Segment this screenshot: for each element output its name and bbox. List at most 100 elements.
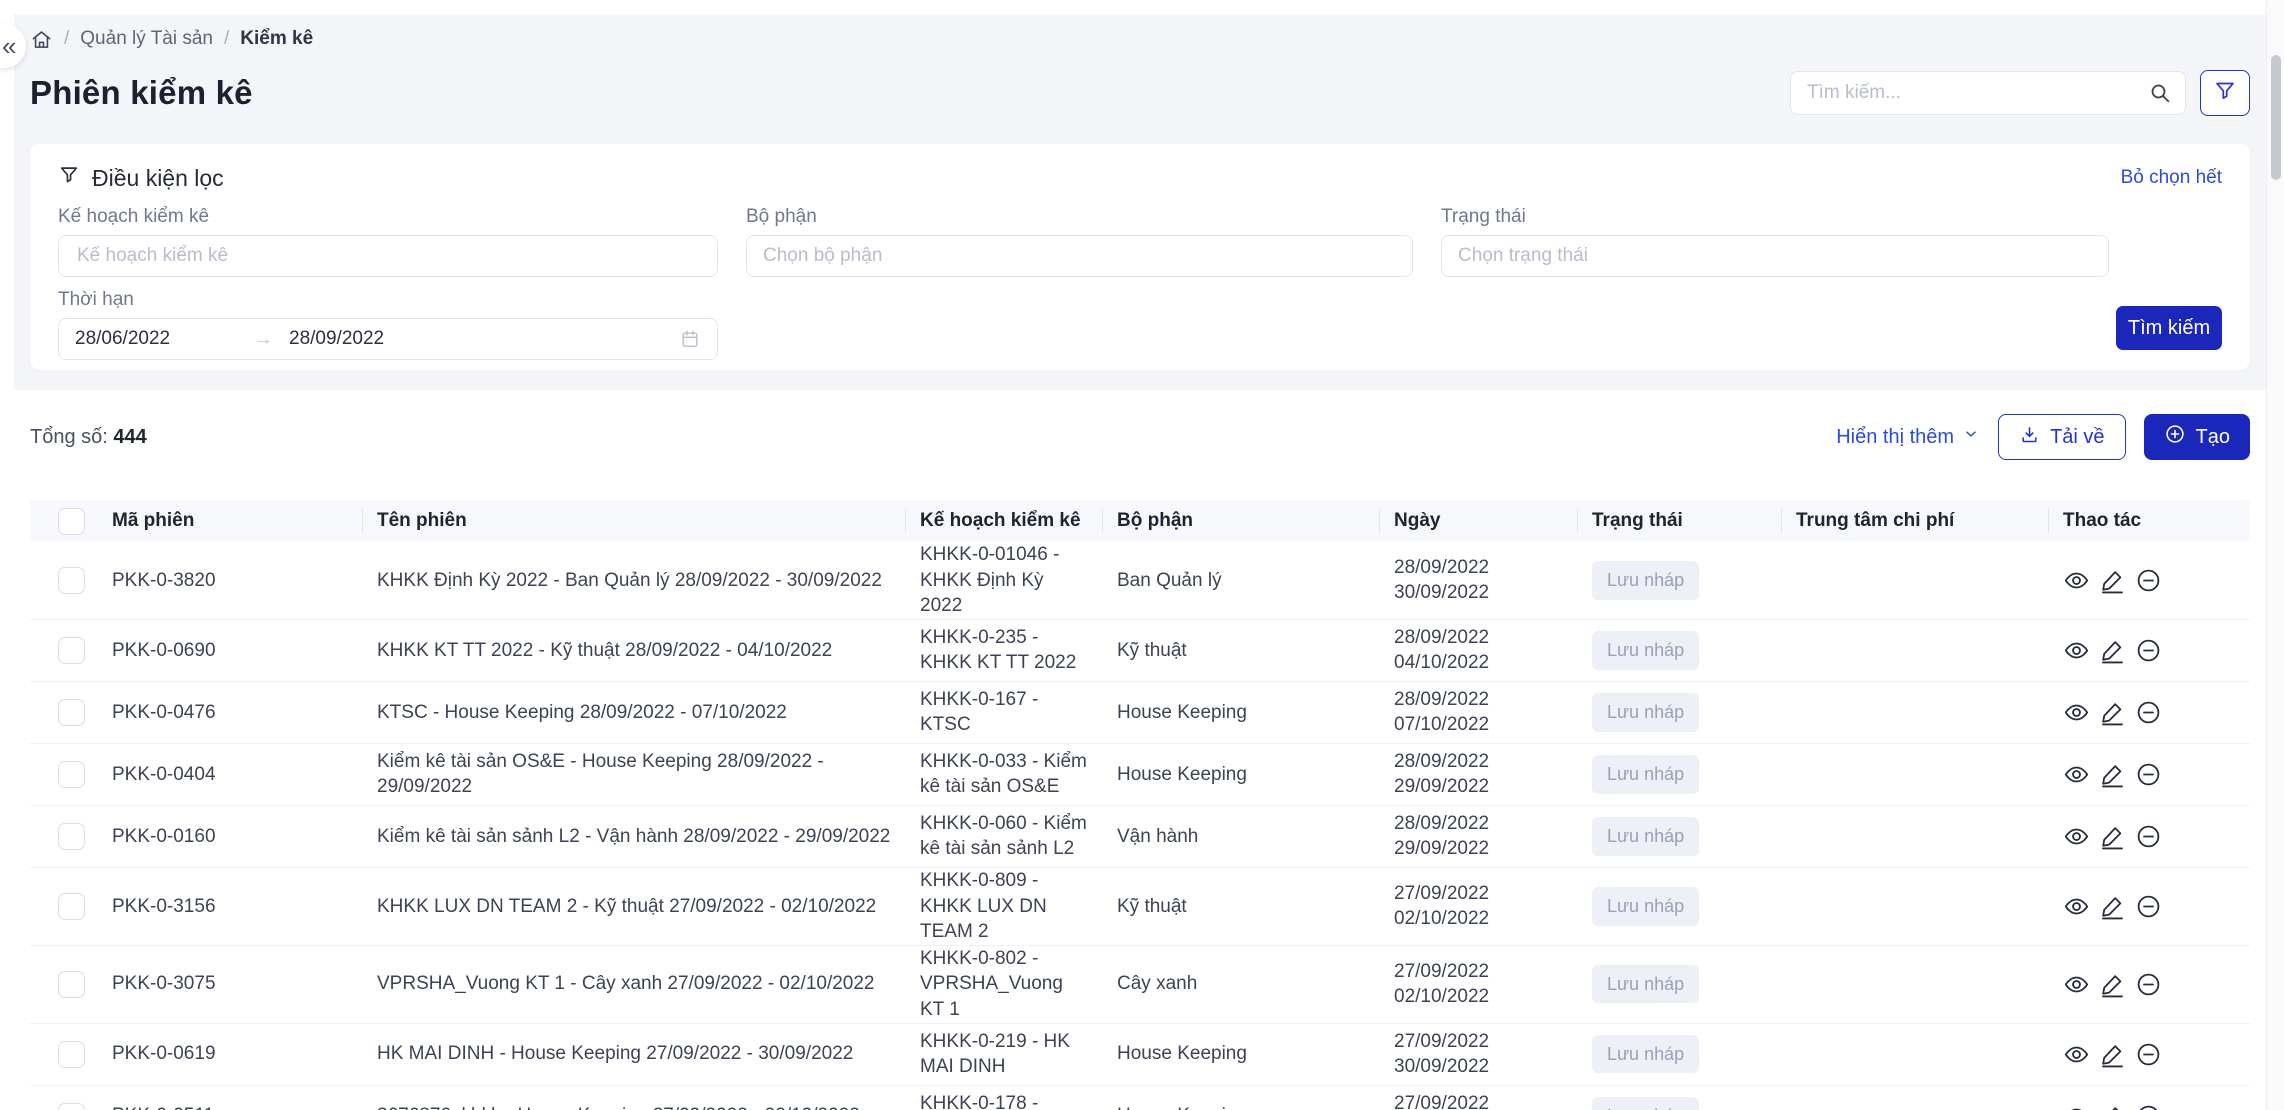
row-checkbox[interactable] <box>58 566 85 594</box>
view-icon[interactable] <box>2063 1041 2090 1068</box>
filter-toggle-button[interactable] <box>2200 70 2250 116</box>
remove-icon[interactable] <box>2135 761 2162 788</box>
cell-session-name: 3676876_khkk - House Keeping 27/09/2022 … <box>377 1103 920 1110</box>
edit-icon[interactable] <box>2099 823 2126 850</box>
cell-session-name: Kiểm kê tài sản OS&E - House Keeping 28/… <box>377 750 824 798</box>
col-session-name: Tên phiên <box>362 500 920 542</box>
status-select[interactable]: Chọn trạng thái <box>1441 235 2109 277</box>
status-badge: Lưu nháp <box>1592 1097 1700 1110</box>
row-checkbox[interactable] <box>58 1040 85 1068</box>
view-icon[interactable] <box>2063 971 2090 998</box>
search-icon[interactable] <box>2148 81 2172 110</box>
vertical-scrollbar[interactable] <box>2266 0 2284 1110</box>
download-button[interactable]: Tải về <box>1998 414 2126 460</box>
view-icon[interactable] <box>2063 761 2090 788</box>
cell-department: Kỹ thuật <box>1117 895 1187 917</box>
cell-status: Lưu nháp <box>1592 887 1796 926</box>
cell-department: Cây xanh <box>1117 973 1198 995</box>
cell-session-name: Kiểm kê tài sản sảnh L2 - Vận hành 28/09… <box>377 825 891 847</box>
table-row: PKK-0-0476 KTSC - House Keeping 28/09/20… <box>30 682 2250 744</box>
date-range-picker[interactable]: 28/06/2022 → 28/09/2022 <box>58 318 718 360</box>
remove-icon[interactable] <box>2135 637 2162 664</box>
col-date: Ngày <box>1379 500 1592 542</box>
date-from-value[interactable]: 28/06/2022 <box>75 328 253 350</box>
department-select[interactable]: Chọn bộ phận <box>746 235 1413 277</box>
cell-status: Lưu nháp <box>1592 631 1796 670</box>
cell-date: 28/09/2022 30/09/2022 <box>1394 556 1490 604</box>
row-checkbox[interactable] <box>58 1102 85 1110</box>
remove-icon[interactable] <box>2135 699 2162 726</box>
col-actions: Thao tác <box>2048 500 2250 542</box>
clear-all-link[interactable]: Bỏ chọn hết <box>2121 167 2222 189</box>
filter-search-button[interactable]: Tìm kiếm <box>2116 306 2222 350</box>
cell-actions <box>2063 567 2250 594</box>
status-badge: Lưu nháp <box>1592 693 1700 732</box>
funnel-icon <box>58 164 80 192</box>
cell-session-code: PKK-0-3156 <box>112 895 216 917</box>
cell-department: Ban Quản lý <box>1117 569 1222 591</box>
cell-status: Lưu nháp <box>1592 817 1796 856</box>
col-cost-center: Trung tâm chi phí <box>1781 500 2063 542</box>
remove-icon[interactable] <box>2135 823 2162 850</box>
remove-icon[interactable] <box>2135 893 2162 920</box>
row-checkbox[interactable] <box>58 760 85 788</box>
select-all-checkbox[interactable] <box>58 507 85 535</box>
edit-icon[interactable] <box>2099 1103 2126 1110</box>
cell-actions <box>2063 1041 2250 1068</box>
cell-date: 28/09/2022 29/09/2022 <box>1394 812 1490 860</box>
show-more-link[interactable]: Hiển thị thêm <box>1836 425 1980 449</box>
calendar-icon <box>679 328 701 350</box>
funnel-icon <box>2213 79 2237 108</box>
remove-icon[interactable] <box>2135 1041 2162 1068</box>
home-icon[interactable] <box>30 28 53 51</box>
chevron-down-icon <box>1962 425 1980 449</box>
view-icon[interactable] <box>2063 699 2090 726</box>
col-plan: Kế hoạch kiểm kê <box>905 500 1117 542</box>
col-session-code: Mã phiên <box>112 510 195 532</box>
status-label: Trạng thái <box>1441 206 1526 227</box>
search-input[interactable] <box>1790 71 2186 115</box>
view-icon[interactable] <box>2063 893 2090 920</box>
remove-icon[interactable] <box>2135 567 2162 594</box>
row-checkbox[interactable] <box>58 698 85 726</box>
remove-icon[interactable] <box>2135 971 2162 998</box>
view-icon[interactable] <box>2063 567 2090 594</box>
view-icon[interactable] <box>2063 1103 2090 1110</box>
cell-session-code: PKK-0-3075 <box>112 973 216 995</box>
view-icon[interactable] <box>2063 637 2090 664</box>
breadcrumb-item-asset-management[interactable]: Quản lý Tài sản <box>80 28 213 50</box>
cell-session-name: KHKK Định Kỳ 2022 - Ban Quản lý 28/09/20… <box>377 569 882 591</box>
row-checkbox[interactable] <box>58 636 85 664</box>
edit-icon[interactable] <box>2099 637 2126 664</box>
row-checkbox[interactable] <box>58 822 85 850</box>
edit-icon[interactable] <box>2099 971 2126 998</box>
plan-input[interactable] <box>75 244 701 268</box>
collapsed-sidebar <box>0 0 14 1110</box>
cell-session-code: PKK-0-0511 <box>112 1103 377 1110</box>
breadcrumb-item-inventory: Kiểm kê <box>240 28 314 49</box>
scrollbar-thumb[interactable] <box>2271 55 2281 180</box>
edit-icon[interactable] <box>2099 567 2126 594</box>
cell-status: Lưu nháp <box>1592 1097 1796 1110</box>
period-label: Thời hạn <box>58 289 134 310</box>
page-title: Phiên kiểm kê <box>30 74 253 111</box>
edit-icon[interactable] <box>2099 1041 2126 1068</box>
edit-icon[interactable] <box>2099 761 2126 788</box>
remove-icon[interactable] <box>2135 1103 2162 1110</box>
plan-label: Kế hoạch kiểm kê <box>58 206 210 227</box>
filter-field-period: Thời hạn 28/06/2022 → 28/09/2022 <box>58 289 718 360</box>
cell-actions <box>2063 823 2250 850</box>
edit-icon[interactable] <box>2099 699 2126 726</box>
date-to-value[interactable]: 28/09/2022 <box>289 328 384 350</box>
create-button[interactable]: Tạo <box>2143 414 2250 460</box>
cell-actions <box>2063 893 2250 920</box>
table-row: PKK-0-0619 HK MAI DINH - House Keeping 2… <box>30 1024 2250 1086</box>
row-checkbox[interactable] <box>58 970 85 998</box>
edit-icon[interactable] <box>2099 893 2126 920</box>
filter-field-status: Trạng thái Chọn trạng thái <box>1441 206 2109 277</box>
row-checkbox[interactable] <box>58 892 85 920</box>
view-icon[interactable] <box>2063 823 2090 850</box>
col-status: Trạng thái <box>1577 500 1796 542</box>
cell-date: 28/09/2022 04/10/2022 <box>1394 626 1490 674</box>
cell-session-code: PKK-0-0160 <box>112 825 216 847</box>
